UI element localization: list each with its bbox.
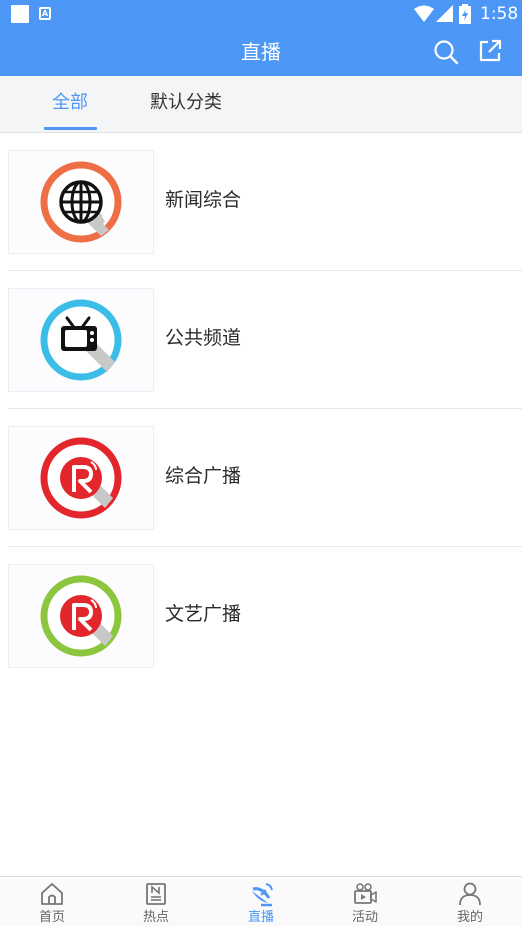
nav-label: 我的 <box>456 910 483 925</box>
nav-hot[interactable]: 热点 <box>104 877 208 926</box>
nav-live[interactable]: 直播 <box>209 877 313 926</box>
channel-thumbnail <box>8 288 154 392</box>
tab-default-category[interactable]: 默认分类 <box>150 90 222 116</box>
list-item[interactable]: 新闻综合 <box>0 133 522 271</box>
tab-all[interactable]: 全部 <box>52 90 88 116</box>
channel-thumbnail <box>8 564 154 668</box>
notification-square-icon <box>11 5 29 23</box>
news-icon <box>146 883 166 905</box>
nav-label: 热点 <box>142 910 169 925</box>
channel-name: 新闻综合 <box>165 189 242 211</box>
status-bar: A 1:58 <box>0 0 522 28</box>
channel-name: 文艺广播 <box>165 603 242 625</box>
tv-icon <box>40 299 122 381</box>
nav-label: 首页 <box>38 910 65 925</box>
nav-activity[interactable]: 活动 <box>313 877 417 926</box>
channel-thumbnail <box>8 150 154 254</box>
list-item[interactable]: 文艺广播 <box>0 547 522 685</box>
channel-thumbnail <box>8 426 154 530</box>
category-tabs: 全部 默认分类 <box>0 76 522 133</box>
channel-name: 综合广播 <box>165 465 242 487</box>
signal-icon <box>436 5 453 22</box>
channel-name: 公共频道 <box>165 327 242 349</box>
active-tab-indicator <box>44 127 97 130</box>
nav-label: 活动 <box>351 910 378 925</box>
bottom-navigation: 首页 热点 直播 活动 我的 <box>0 876 522 926</box>
video-camera-icon <box>354 883 377 904</box>
home-icon <box>41 883 63 905</box>
share-icon[interactable] <box>477 38 503 64</box>
search-icon[interactable] <box>433 39 459 65</box>
radio-r-icon <box>40 437 122 519</box>
list-item[interactable]: 公共频道 <box>0 271 522 409</box>
person-icon <box>459 882 481 906</box>
title-bar: 直播 <box>0 28 522 76</box>
a-badge-icon: A <box>39 7 51 20</box>
battery-icon <box>459 4 471 24</box>
globe-icon <box>40 161 122 243</box>
list-item[interactable]: 综合广播 <box>0 409 522 547</box>
radio-r-icon <box>40 575 122 657</box>
status-time: 1:58 <box>480 4 519 24</box>
satellite-icon <box>252 883 273 907</box>
nav-mine[interactable]: 我的 <box>418 877 522 926</box>
nav-home[interactable]: 首页 <box>0 877 104 926</box>
wifi-icon <box>414 5 434 22</box>
nav-label: 直播 <box>247 910 274 925</box>
